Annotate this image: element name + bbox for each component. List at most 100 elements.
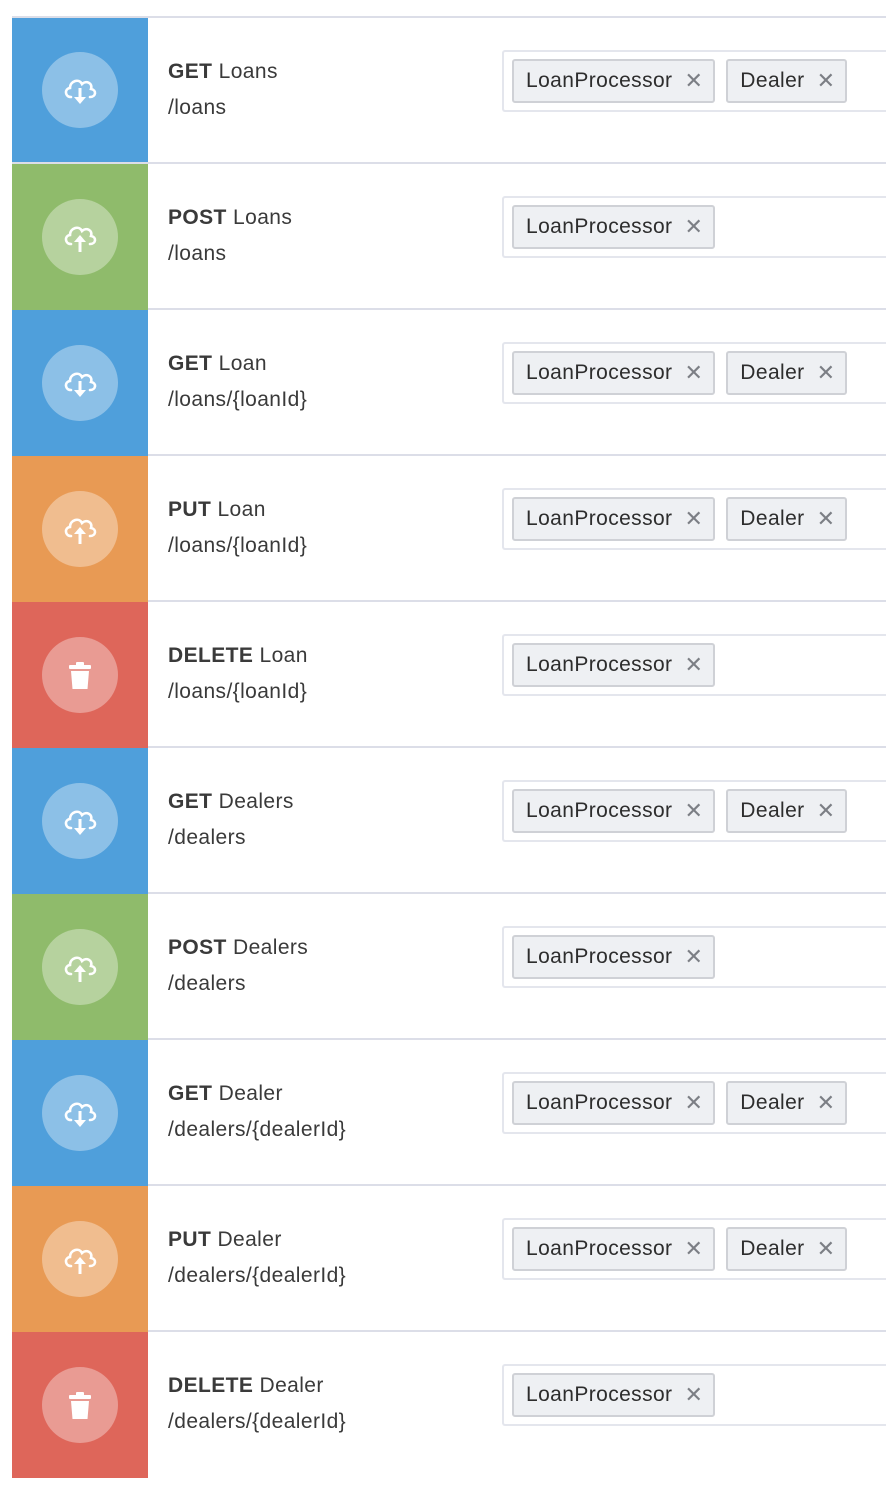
cloud-upload-icon — [42, 491, 118, 567]
role-chip: LoanProcessor ✕ — [512, 1081, 716, 1125]
resource-path: /loans — [168, 96, 227, 119]
role-chip: LoanProcessor ✕ — [512, 497, 716, 541]
resource-path: /dealers — [168, 972, 246, 995]
role-chip: LoanProcessor ✕ — [512, 935, 716, 979]
endpoint-title: GET Loan — [168, 346, 307, 382]
remove-role-icon[interactable]: ✕ — [684, 216, 703, 238]
remove-role-icon[interactable]: ✕ — [684, 70, 703, 92]
remove-role-icon[interactable]: ✕ — [684, 1384, 703, 1406]
roles-input[interactable]: LoanProcessor ✕ — [502, 196, 886, 258]
resource-path: /dealers/{dealerId} — [168, 1410, 347, 1433]
resource-path: /loans/{loanId} — [168, 388, 308, 411]
resource-name: Loan — [218, 352, 267, 375]
roles-input[interactable]: LoanProcessor ✕ Dealer ✕ — [502, 50, 886, 112]
resource-name: Dealers — [233, 936, 309, 959]
endpoint-title: PUT Loan — [168, 492, 307, 528]
resource-name: Dealer — [217, 1228, 282, 1251]
remove-role-icon[interactable]: ✕ — [684, 362, 703, 384]
roles-input[interactable]: LoanProcessor ✕ Dealer ✕ — [502, 488, 886, 550]
endpoint-info: PUT Dealer/dealers/{dealerId} — [168, 1222, 346, 1294]
remove-role-icon[interactable]: ✕ — [684, 1092, 703, 1114]
role-chip-label: Dealer — [740, 361, 805, 384]
role-chip: Dealer ✕ — [726, 789, 848, 833]
endpoint-info: DELETE Dealer/dealers/{dealerId} — [168, 1368, 346, 1440]
roles-input[interactable]: LoanProcessor ✕ Dealer ✕ — [502, 342, 886, 404]
trash-icon — [42, 637, 118, 713]
endpoint-list: GET Loans/loans LoanProcessor ✕ Dealer ✕ POST… — [12, 16, 886, 1478]
endpoint-info: POST Dealers/dealers — [168, 930, 308, 1002]
method-strip — [12, 748, 148, 894]
role-chip-label: LoanProcessor — [526, 69, 673, 92]
http-method: GET — [168, 790, 213, 813]
remove-role-icon[interactable]: ✕ — [817, 70, 836, 92]
endpoint-row[interactable]: GET Loan/loans/{loanId} LoanProcessor ✕ Dea… — [12, 310, 886, 456]
endpoint-row[interactable]: PUT Loan/loans/{loanId} LoanProcessor ✕ Dea… — [12, 456, 886, 602]
method-strip — [12, 1186, 148, 1332]
resource-name: Loans — [218, 60, 278, 83]
role-chip-label: LoanProcessor — [526, 653, 673, 676]
resource-path: /dealers — [168, 826, 246, 849]
http-method: PUT — [168, 1228, 212, 1251]
endpoint-info: PUT Loan/loans/{loanId} — [168, 492, 307, 564]
http-method: GET — [168, 352, 213, 375]
resource-name: Dealer — [218, 1082, 283, 1105]
remove-role-icon[interactable]: ✕ — [817, 800, 836, 822]
endpoint-title: PUT Dealer — [168, 1222, 346, 1258]
endpoint-title: POST Loans — [168, 200, 292, 236]
endpoint-row[interactable]: DELETE Loan/loans/{loanId} LoanProcessor ✕ — [12, 602, 886, 748]
cloud-download-icon — [42, 783, 118, 859]
roles-input[interactable]: LoanProcessor ✕ Dealer ✕ — [502, 1072, 886, 1134]
endpoint-row[interactable]: GET Loans/loans LoanProcessor ✕ Dealer ✕ — [12, 18, 886, 164]
role-chip: LoanProcessor ✕ — [512, 1373, 716, 1417]
remove-role-icon[interactable]: ✕ — [684, 800, 703, 822]
role-chip: Dealer ✕ — [726, 59, 848, 103]
endpoint-info: DELETE Loan/loans/{loanId} — [168, 638, 308, 710]
endpoint-info: GET Dealers/dealers — [168, 784, 294, 856]
remove-role-icon[interactable]: ✕ — [817, 508, 836, 530]
endpoint-row[interactable]: DELETE Dealer/dealers/{dealerId} LoanProc… — [12, 1332, 886, 1478]
role-chip: LoanProcessor ✕ — [512, 205, 716, 249]
roles-input[interactable]: LoanProcessor ✕ — [502, 926, 886, 988]
role-chip-label: LoanProcessor — [526, 799, 673, 822]
roles-input[interactable]: LoanProcessor ✕ Dealer ✕ — [502, 780, 886, 842]
http-method: POST — [168, 936, 227, 959]
method-strip — [12, 164, 148, 310]
remove-role-icon[interactable]: ✕ — [817, 1238, 836, 1260]
role-chip-label: Dealer — [740, 799, 805, 822]
role-chip-label: LoanProcessor — [526, 945, 673, 968]
method-strip — [12, 894, 148, 1040]
resource-path: /loans — [168, 242, 227, 265]
role-chip: LoanProcessor ✕ — [512, 789, 716, 833]
endpoint-title: DELETE Loan — [168, 638, 308, 674]
endpoint-title: GET Loans — [168, 54, 278, 90]
remove-role-icon[interactable]: ✕ — [817, 1092, 836, 1114]
endpoint-row[interactable]: POST Loans/loans LoanProcessor ✕ — [12, 164, 886, 310]
remove-role-icon[interactable]: ✕ — [684, 946, 703, 968]
endpoint-row[interactable]: GET Dealer/dealers/{dealerId} LoanProcess… — [12, 1040, 886, 1186]
endpoint-info: POST Loans/loans — [168, 200, 292, 272]
endpoint-row[interactable]: GET Dealers/dealers LoanProcessor ✕ Dealer ✕ — [12, 748, 886, 894]
roles-input[interactable]: LoanProcessor ✕ Dealer ✕ — [502, 1218, 886, 1280]
role-chip: Dealer ✕ — [726, 497, 848, 541]
remove-role-icon[interactable]: ✕ — [684, 508, 703, 530]
remove-role-icon[interactable]: ✕ — [684, 1238, 703, 1260]
roles-input[interactable]: LoanProcessor ✕ — [502, 1364, 886, 1426]
role-chip: Dealer ✕ — [726, 1227, 848, 1271]
method-strip — [12, 1040, 148, 1186]
role-chip-label: Dealer — [740, 507, 805, 530]
remove-role-icon[interactable]: ✕ — [684, 654, 703, 676]
endpoint-info: GET Loan/loans/{loanId} — [168, 346, 307, 418]
role-chip: Dealer ✕ — [726, 1081, 848, 1125]
http-method: DELETE — [168, 644, 254, 667]
cloud-download-icon — [42, 345, 118, 421]
method-strip — [12, 456, 148, 602]
resource-path: /loans/{loanId} — [168, 680, 308, 703]
roles-input[interactable]: LoanProcessor ✕ — [502, 634, 886, 696]
remove-role-icon[interactable]: ✕ — [817, 362, 836, 384]
endpoint-row[interactable]: POST Dealers/dealers LoanProcessor ✕ — [12, 894, 886, 1040]
resource-name: Loan — [259, 644, 308, 667]
endpoint-title: POST Dealers — [168, 930, 308, 966]
endpoint-row[interactable]: PUT Dealer/dealers/{dealerId} LoanProcess… — [12, 1186, 886, 1332]
endpoint-title: GET Dealers — [168, 784, 294, 820]
http-method: DELETE — [168, 1374, 254, 1397]
